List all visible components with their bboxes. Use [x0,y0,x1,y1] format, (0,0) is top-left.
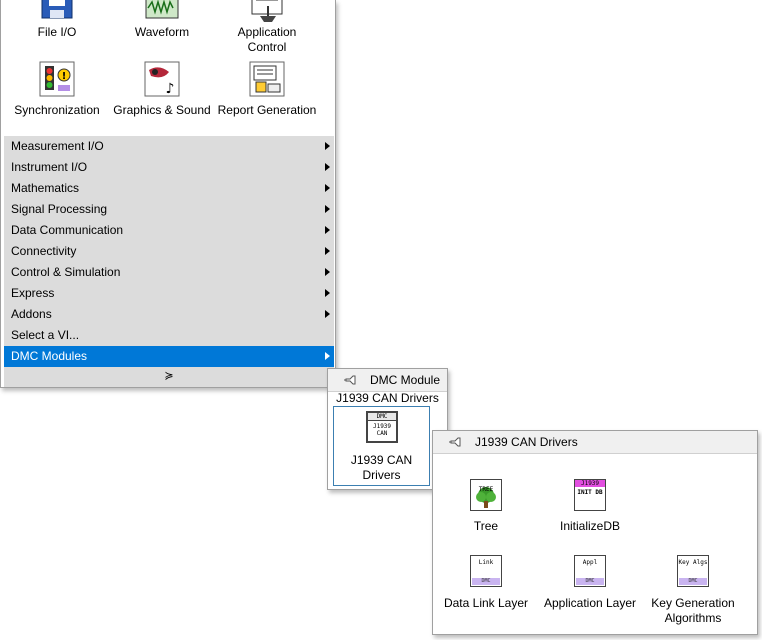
icon-text: INIT DB [577,489,603,496]
submenu-arrow-icon [325,226,330,234]
palette-header: DMC Module [328,369,447,392]
palette-item-initializedb[interactable]: J1939 INIT DB InitializeDB [540,479,640,534]
dmc-module-palette: DMC Module J1939 CAN Drivers DMC J1939 C… [327,368,448,490]
palette-item-label: J1939 CAN Drivers [350,453,413,482]
icon-tag: DMC [679,578,707,585]
submenu-arrow-icon [325,247,330,255]
icon-tag: DMC [576,578,604,585]
palette-item-label: Graphics & Sound [113,103,211,117]
icon-text: Key Algs [678,559,708,566]
icon-tag: J1939 [575,480,605,487]
menu-item-label: Connectivity [11,244,77,258]
submenu-arrow-icon [325,163,330,171]
palette-title: DMC Module [370,373,441,387]
menu-item-label: Instrument I/O [11,160,88,174]
menu-item-label: Signal Processing [11,202,108,216]
graphics-sound-icon: ♪ [144,61,180,97]
icon-tag: DMC [368,413,396,421]
svg-text:!: ! [62,71,67,82]
icon-text: J1939 CAN [372,423,392,437]
palette-item-j1939-can-drivers[interactable]: DMC J1939 CAN J1939 CAN Drivers [333,406,430,486]
palette-item-application-control[interactable]: Application Control [217,0,317,55]
svg-text:♪: ♪ [166,81,175,97]
expand-palette-button[interactable]: ≽ [4,367,334,387]
waveform-icon [145,0,179,19]
menu-item-mathematics[interactable]: Mathematics [4,178,334,199]
report-icon [249,61,285,97]
application-control-icon [251,0,283,22]
palette-subtitle: J1939 CAN Drivers [336,391,439,405]
palette-item-report-generation[interactable]: Report Generation [217,60,317,118]
menu-item-express[interactable]: Express [4,283,334,304]
menu-item-data-communication[interactable]: Data Communication [4,220,334,241]
menu-item-connectivity[interactable]: Connectivity [4,241,334,262]
menu-item-addons[interactable]: Addons [4,304,334,325]
palette-header: J1939 CAN Drivers [433,431,757,454]
pin-icon[interactable] [344,373,358,387]
submenu-arrow-icon [325,352,330,360]
icon-text: Appl [582,559,598,566]
palette-item-key-generation-algorithms[interactable]: Key Algs DMC Key Generation Algorithms [643,555,743,626]
j1939-folder-icon: DMC J1939 CAN [366,411,398,443]
double-chevron-down-icon: ≽ [164,370,174,382]
pin-icon[interactable] [449,435,463,449]
j1939-can-drivers-palette: J1939 CAN Drivers TREE Tree J1939 INIT D… [432,430,758,635]
menu-item-measurement-io[interactable]: Measurement I/O [4,136,334,157]
menu-item-label: DMC Modules [11,349,88,363]
palette-item-label: InitializeDB [559,519,621,533]
palette-item-waveform[interactable]: Waveform [112,0,212,40]
palette-item-label: Data Link Layer [443,596,529,610]
palette-item-label: Key Generation Algorithms [651,596,735,625]
menu-item-label: Addons [11,307,52,321]
palette-item-synchronization[interactable]: ! Synchronization [7,60,107,118]
palette-item-application-layer[interactable]: Appl DMC Application Layer [540,555,640,611]
icon-text: Link [478,559,494,566]
submenu-arrow-icon [325,205,330,213]
menu-item-label: Mathematics [11,181,80,195]
data-link-layer-icon: Link DMC [470,555,502,587]
submenu-arrow-icon [325,184,330,192]
menu-item-label: Control & Simulation [11,265,121,279]
menu-item-label: Express [11,286,55,300]
palette-item-tree[interactable]: TREE Tree [436,479,536,534]
menu-item-label: Measurement I/O [11,139,104,153]
traffic-light-icon: ! [39,61,75,97]
submenu-arrow-icon [325,268,330,276]
palette-item-label: Report Generation [217,103,317,117]
menu-item-label: Data Communication [11,223,124,237]
floppy-disk-icon [41,0,73,19]
menu-item-dmc-modules[interactable]: DMC Modules [4,346,334,367]
initialize-db-icon: J1939 INIT DB [574,479,606,511]
application-layer-icon: Appl DMC [574,555,606,587]
palette-item-file-io[interactable]: File I/O [7,0,107,40]
submenu-arrow-icon [325,289,330,297]
icon-text: TREE [478,486,494,493]
palette-item-label: Synchronization [14,103,100,117]
icon-tag: DMC [472,578,500,585]
key-algorithms-icon: Key Algs DMC [677,555,709,587]
palette-title: J1939 CAN Drivers [475,435,578,449]
palette-category-list: Measurement I/O Instrument I/O Mathemati… [4,136,334,387]
menu-item-instrument-io[interactable]: Instrument I/O [4,157,334,178]
menu-item-label: Select a VI... [11,328,80,342]
palette-item-label: Application Layer [543,596,637,610]
menu-item-signal-processing[interactable]: Signal Processing [4,199,334,220]
submenu-arrow-icon [325,310,330,318]
palette-item-data-link-layer[interactable]: Link DMC Data Link Layer [436,555,536,611]
submenu-arrow-icon [325,142,330,150]
menu-item-control-simulation[interactable]: Control & Simulation [4,262,334,283]
functions-palette: File I/O Waveform Application Control ! [0,0,336,388]
menu-item-select-a-vi[interactable]: Select a VI... [4,325,334,346]
palette-item-graphics-sound[interactable]: ♪ Graphics & Sound [112,60,212,118]
palette-item-label: Tree [473,519,499,533]
